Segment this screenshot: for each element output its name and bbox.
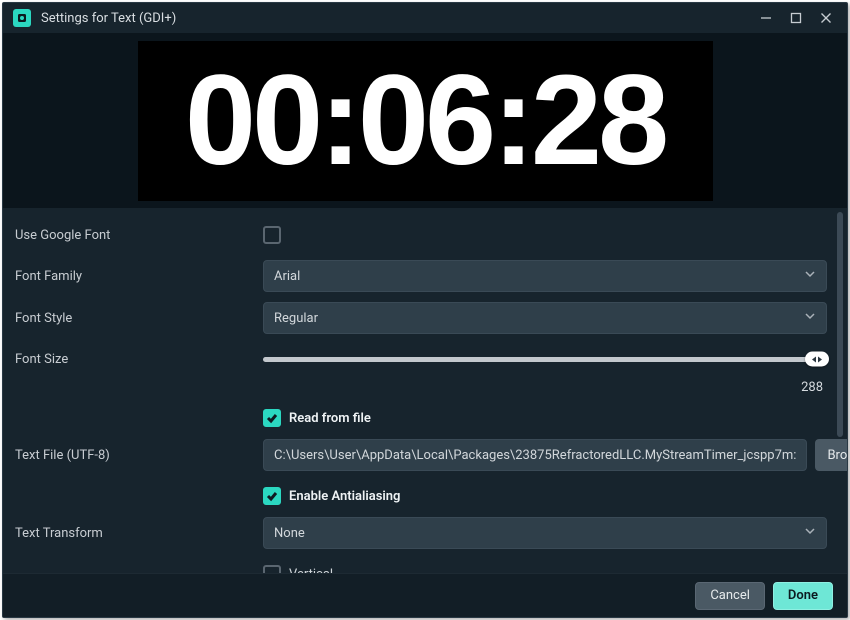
timer-text: 00:06:28: [185, 57, 665, 185]
enable-antialiasing-label: Enable Antialiasing: [289, 489, 400, 504]
font-style-select[interactable]: Regular: [263, 302, 827, 334]
text-transform-select[interactable]: None: [263, 517, 827, 549]
font-family-label: Font Family: [15, 269, 263, 284]
font-style-label: Font Style: [15, 311, 263, 326]
cancel-button[interactable]: Cancel: [695, 582, 765, 610]
font-size-value: 288: [15, 380, 827, 395]
text-transform-label: Text Transform: [15, 526, 263, 541]
close-button[interactable]: [811, 7, 841, 29]
chevron-down-icon: [804, 310, 816, 326]
font-family-value: Arial: [274, 269, 804, 284]
chevron-down-icon: [804, 268, 816, 284]
google-font-checkbox[interactable]: [263, 226, 281, 244]
settings-form: Use Google Font Font Family Arial Font S…: [3, 208, 847, 573]
app-icon: [13, 9, 31, 27]
timer-preview: 00:06:28: [138, 41, 713, 201]
vertical-label: Vertical: [289, 567, 333, 574]
window-controls: [751, 7, 841, 29]
slider-thumb[interactable]: [805, 352, 829, 367]
font-size-slider[interactable]: [263, 357, 827, 362]
done-button[interactable]: Done: [773, 582, 833, 610]
minimize-button[interactable]: [751, 7, 781, 29]
preview-area: 00:06:28: [3, 33, 847, 208]
text-file-input[interactable]: C:\Users\User\AppData\Local\Packages\238…: [263, 439, 807, 471]
read-from-file-checkbox[interactable]: [263, 409, 281, 427]
maximize-button[interactable]: [781, 7, 811, 29]
settings-window: Settings for Text (GDI+) 00:06:28 Use Go…: [2, 2, 848, 618]
google-font-label: Use Google Font: [15, 228, 263, 243]
scrollbar-thumb[interactable]: [837, 212, 843, 437]
chevron-down-icon: [804, 525, 816, 541]
font-family-select[interactable]: Arial: [263, 260, 827, 292]
font-style-value: Regular: [274, 311, 804, 326]
read-from-file-label: Read from file: [289, 411, 371, 426]
vertical-checkbox[interactable]: [263, 565, 281, 573]
text-transform-value: None: [274, 526, 804, 541]
scrollbar-track[interactable]: [837, 212, 843, 569]
enable-antialiasing-checkbox[interactable]: [263, 487, 281, 505]
font-size-label: Font Size: [15, 352, 263, 367]
dialog-footer: Cancel Done: [3, 573, 847, 617]
window-title: Settings for Text (GDI+): [41, 11, 751, 26]
text-file-label: Text File (UTF-8): [15, 448, 263, 463]
titlebar: Settings for Text (GDI+): [3, 3, 847, 33]
